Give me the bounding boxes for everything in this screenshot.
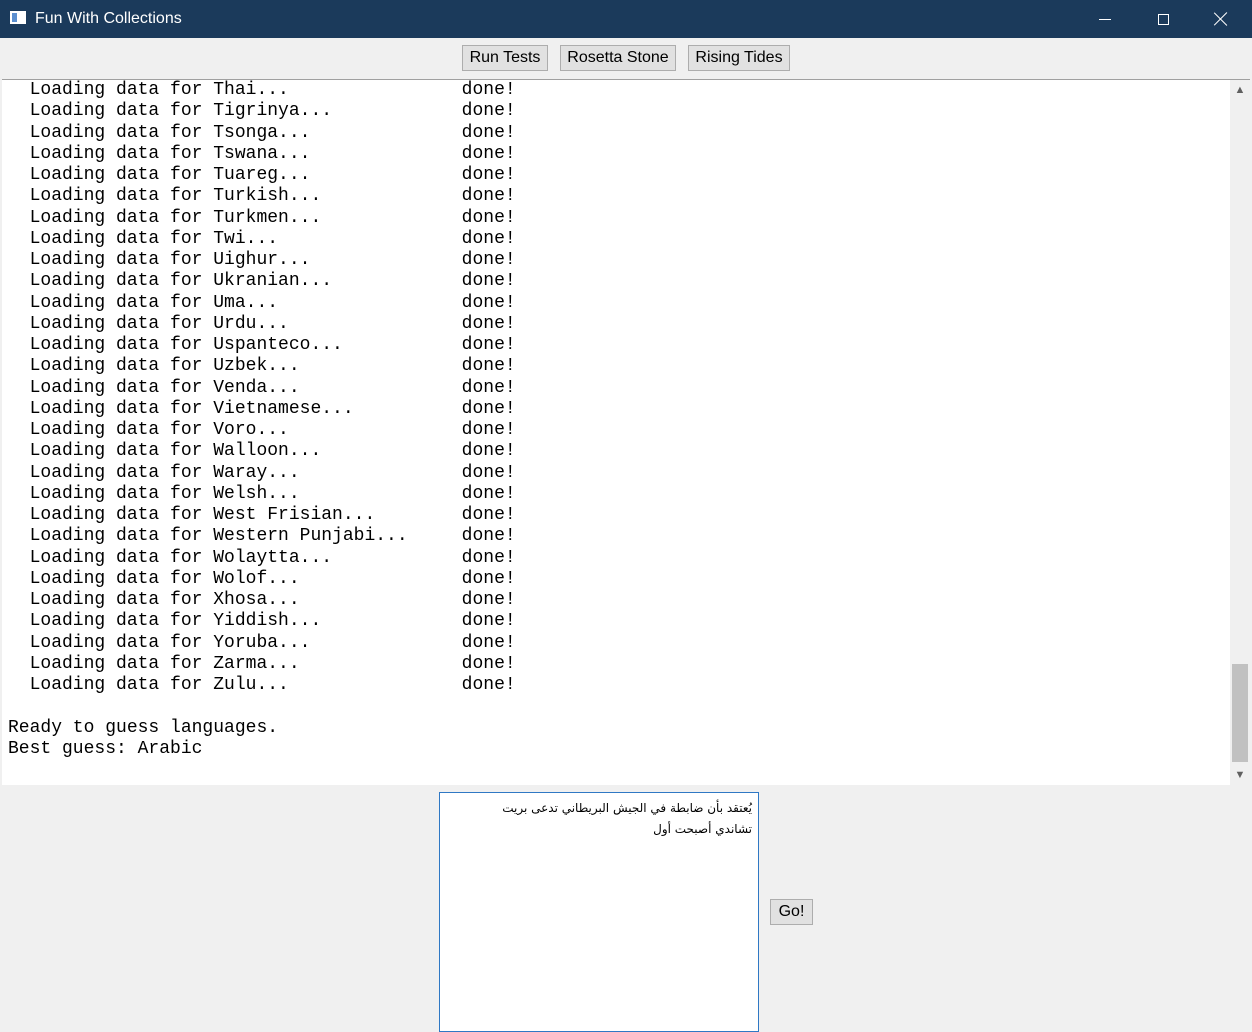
log-line: Loading data for Yiddish... done! <box>8 611 516 632</box>
toolbar: Run Tests Rosetta Stone Rising Tides <box>0 38 1252 79</box>
close-icon <box>1214 12 1228 26</box>
log-line: Loading data for Uspanteco... done! <box>8 335 516 355</box>
log-line: Loading data for Venda... done! <box>8 377 516 398</box>
log-line: Loading data for Urdu... done! <box>8 313 516 334</box>
log-line: Loading data for Tsonga... done! <box>8 122 516 143</box>
maximize-button[interactable] <box>1134 0 1192 38</box>
log-line: Loading data for Zulu... done! <box>8 675 516 695</box>
log-line: Loading data for Waray... done! <box>8 462 516 483</box>
log-line: Loading data for Wolof... done! <box>8 568 516 589</box>
output-scrollbar[interactable]: ▲ ▼ <box>1230 79 1250 785</box>
log-line: Ready to guess languages. <box>8 717 279 738</box>
log-line: Loading data for Uighur... done! <box>8 250 516 270</box>
maximize-icon <box>1157 13 1169 25</box>
log-line: Loading data for Xhosa... done! <box>8 590 516 610</box>
chevron-down-icon[interactable]: ▼ <box>1230 765 1250 785</box>
minimize-icon <box>1099 18 1111 20</box>
log-line: Loading data for Ukranian... done! <box>8 271 516 292</box>
log-line: Loading data for Western Punjabi... done… <box>8 526 516 547</box>
text-input-area[interactable]: يُعتقد بأن ضابطة في الجيش البريطاني تدعى… <box>439 792 759 1032</box>
log-line: Loading data for Vietnamese... done! <box>8 398 516 419</box>
log-line: Best guess: Arabic <box>8 738 203 759</box>
go-button[interactable]: Go! <box>770 899 813 925</box>
log-line: Loading data for Tuareg... done! <box>8 165 516 185</box>
log-line: Loading data for Walloon... done! <box>8 441 516 462</box>
log-line: Loading data for Turkmen... done! <box>8 207 516 228</box>
run-tests-button[interactable]: Run Tests <box>462 45 548 71</box>
app-window-icon <box>10 11 26 24</box>
minimize-button[interactable] <box>1076 0 1134 38</box>
rising-tides-button[interactable]: Rising Tides <box>688 45 790 71</box>
input-text: يُعتقد بأن ضابطة في الجيش البريطاني تدعى… <box>502 801 752 836</box>
log-line: Loading data for Tigrinya... done! <box>8 101 516 122</box>
title-bar: Fun With Collections <box>0 0 1252 38</box>
output-log: Loading data for Thai... done! Loading d… <box>8 80 516 760</box>
log-line: Loading data for Zarma... done! <box>8 653 516 674</box>
log-line: Loading data for Thai... done! <box>8 80 516 100</box>
close-button[interactable] <box>1192 0 1250 38</box>
log-line: Loading data for Voro... done! <box>8 420 516 440</box>
log-line: Loading data for Twi... done! <box>8 228 516 249</box>
log-line: Loading data for Turkish... done! <box>8 186 516 207</box>
log-line: Loading data for Uma... done! <box>8 292 516 313</box>
scrollbar-thumb[interactable] <box>1232 664 1248 762</box>
output-console[interactable]: Loading data for Thai... done! Loading d… <box>2 79 1230 785</box>
rosetta-stone-button[interactable]: Rosetta Stone <box>560 45 676 71</box>
window-title: Fun With Collections <box>35 10 182 27</box>
log-line: Loading data for Yoruba... done! <box>8 632 516 653</box>
log-line: Loading data for West Frisian... done! <box>8 505 516 525</box>
chevron-up-icon[interactable]: ▲ <box>1230 80 1250 100</box>
log-line: Loading data for Wolaytta... done! <box>8 547 516 568</box>
log-line: Loading data for Tswana... done! <box>8 143 516 164</box>
log-line: Loading data for Welsh... done! <box>8 483 516 504</box>
log-line: Loading data for Uzbek... done! <box>8 356 516 377</box>
